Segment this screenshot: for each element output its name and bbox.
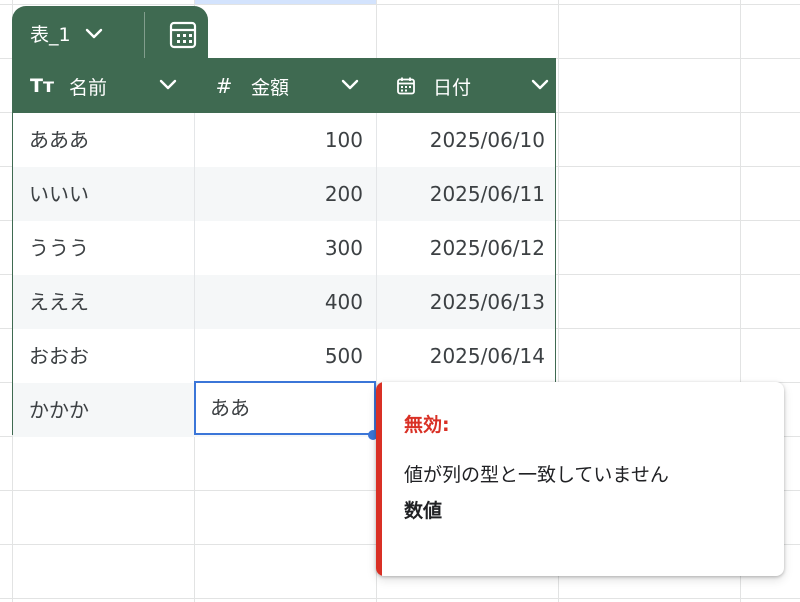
cell-date[interactable]: 2025/06/13 [377, 275, 545, 329]
error-message: 値が列の型と一致していません [404, 464, 669, 486]
chevron-down-icon [85, 28, 102, 38]
table-row: おおお 500 2025/06/14 [13, 329, 555, 383]
chevron-down-icon[interactable] [341, 79, 359, 91]
cell-date[interactable]: 2025/06/12 [377, 221, 545, 275]
table-name-dropdown[interactable]: 表_1 [30, 20, 103, 47]
cell-name[interactable]: いいい [29, 167, 89, 221]
expected-type: 数値 [404, 500, 443, 522]
cell-amount[interactable]: 400 [195, 275, 363, 329]
cell-amount[interactable]: 200 [195, 167, 363, 221]
column-header-label: 金額 [251, 76, 290, 99]
cell-name[interactable]: えええ [29, 275, 89, 329]
calendar-icon [393, 76, 419, 96]
column-header-amount[interactable]: # 金額 [211, 59, 377, 113]
table-header: Tт 名前 # 金額 日付 [13, 59, 555, 113]
cell-date[interactable]: 2025/06/14 [377, 329, 545, 383]
error-title: 無効: [404, 414, 450, 436]
table-row: ううう 300 2025/06/12 [13, 221, 555, 275]
cell-amount[interactable]: 100 [195, 113, 363, 167]
text-type-icon: Tт [30, 75, 54, 97]
cell-amount[interactable]: 500 [195, 329, 363, 383]
cell-name[interactable]: あああ [29, 113, 89, 167]
table-row: あああ 100 2025/06/10 [13, 113, 555, 167]
tab-divider [144, 12, 145, 58]
cell-name[interactable]: ううう [29, 221, 89, 275]
grid-line [0, 598, 800, 599]
cell-date[interactable]: 2025/06/11 [377, 167, 545, 221]
chevron-down-icon[interactable] [531, 79, 549, 91]
cell-amount[interactable]: 300 [195, 221, 363, 275]
number-type-icon: # [215, 74, 233, 98]
validation-error-popup: 無効: 値が列の型と一致していません 数値 [376, 382, 784, 576]
column-header-date[interactable]: 日付 [393, 59, 557, 113]
chevron-down-icon[interactable] [159, 79, 177, 91]
table-settings-icon[interactable] [168, 20, 198, 50]
cell-name[interactable]: かかか [29, 383, 89, 437]
grid-line [0, 4, 800, 5]
table-tab: 表_1 [12, 6, 208, 58]
column-header-label: 日付 [433, 76, 472, 99]
cell-name[interactable]: おおお [29, 329, 89, 383]
error-indicator-bar [376, 382, 382, 576]
data-table: Tт 名前 # 金額 日付 あああ 100 2025/06/10 いいい 200… [12, 58, 556, 437]
table-row: えええ 400 2025/06/13 [13, 275, 555, 329]
active-cell-editor[interactable]: ああ [194, 381, 376, 435]
column-header-label: 名前 [69, 76, 108, 99]
table-row: いいい 200 2025/06/11 [13, 167, 555, 221]
cell-date[interactable]: 2025/06/10 [377, 113, 545, 167]
table-name: 表_1 [30, 24, 71, 46]
column-header-name[interactable]: Tт 名前 [29, 59, 195, 113]
